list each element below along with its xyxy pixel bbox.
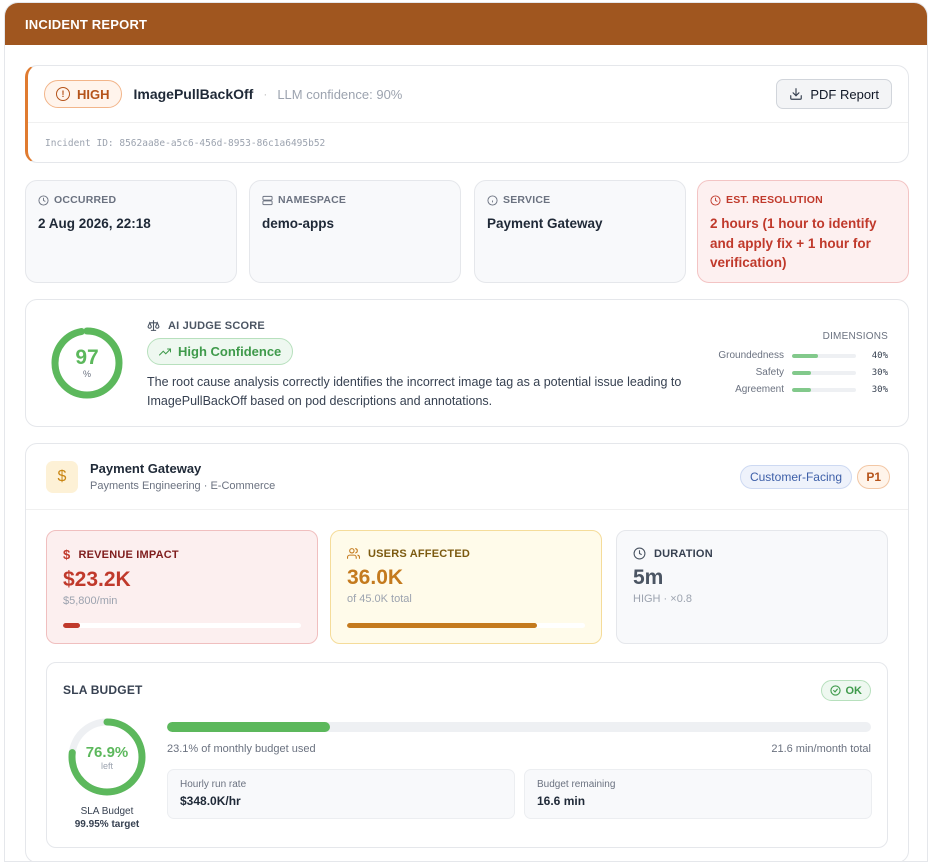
judge-description: The root cause analysis correctly identi… — [147, 375, 682, 408]
judge-score-unit: % — [82, 369, 91, 379]
clock-icon — [633, 547, 646, 560]
priority-badge: P1 — [857, 465, 890, 489]
info-icon — [487, 194, 498, 206]
incident-id: Incident ID: 8562aa8e-a5c6-456d-8953-86c… — [45, 138, 326, 149]
users-affected-value: 36.0K — [347, 566, 404, 589]
budget-remaining: Budget remaining 16.6 min — [524, 769, 872, 819]
judge-dimensions: DIMENSIONS Groundedness 40% Safety 30% A… — [688, 331, 888, 398]
sla-total-label: 21.6 min/month total — [771, 743, 871, 755]
dimension-bar — [792, 353, 818, 358]
sla-used-label: 23.1% of monthly budget used — [167, 743, 316, 755]
download-icon — [790, 88, 803, 100]
ai-judge-card: 97 % AI JUDGE SCORE High Confidence The … — [25, 299, 909, 427]
users-affected-card: USERS AFFECTED 36.0K of 45.0K total — [330, 530, 602, 644]
duration-card: DURATION 5m HIGH · ×0.8 — [616, 530, 888, 644]
revenue-impact-card: $ REVENUE IMPACT $23.2K $5,800/min — [46, 530, 318, 644]
incident-summary-card: ! HIGH ImagePullBackOff · LLM confidence… — [25, 65, 909, 163]
scale-icon — [147, 320, 160, 331]
stat-namespace: NAMESPACE demo-apps — [249, 180, 461, 283]
hourly-run-rate: Hourly run rate $348.0K/hr — [167, 769, 515, 819]
sla-remaining-pct: 76.9% — [85, 743, 129, 761]
dollar-icon: $ — [63, 547, 71, 562]
customer-facing-tag: Customer-Facing — [739, 465, 852, 489]
dimension-bar — [792, 387, 812, 392]
sla-budget-fill — [167, 722, 330, 732]
trending-up-icon — [159, 348, 171, 355]
revenue-progress-fill — [63, 623, 80, 628]
severity-badge: ! HIGH — [44, 80, 122, 108]
dimension-row: Groundedness 40% — [718, 350, 888, 361]
users-progress — [347, 623, 585, 628]
separator-dot: · — [263, 87, 268, 101]
stat-service: SERVICE Payment Gateway — [474, 180, 686, 283]
incident-report-panel: INCIDENT REPORT ! HIGH ImagePullBackOff … — [4, 2, 928, 862]
users-icon — [347, 548, 360, 559]
service-impact-card: $ Payment Gateway Payments Engineering ·… — [25, 443, 909, 861]
service-name: Payment Gateway — [90, 461, 202, 476]
confidence-badge: High Confidence — [147, 338, 294, 365]
dollar-icon: $ — [46, 461, 78, 493]
check-circle-icon — [829, 685, 841, 696]
revenue-impact-value: $23.2K — [63, 568, 131, 591]
pdf-report-button[interactable]: PDF Report — [776, 79, 892, 109]
dimension-bar — [792, 370, 812, 375]
sla-caption: SLA Budget 99.95% target — [74, 806, 140, 830]
revenue-progress — [63, 623, 301, 628]
alert-circle-icon: ! — [56, 87, 70, 101]
server-icon — [262, 195, 273, 205]
users-progress-fill — [347, 623, 538, 628]
duration-value: 5m — [633, 566, 664, 589]
clock-icon — [710, 194, 721, 206]
sla-budget-bar — [167, 722, 871, 732]
stat-est-resolution: EST. RESOLUTION 2 hours (1 hour to ident… — [697, 180, 909, 283]
report-header: INCIDENT REPORT — [5, 3, 927, 45]
sla-status-badge: OK — [820, 680, 871, 701]
dimension-row: Safety 30% — [755, 367, 888, 378]
service-subtitle: Payments Engineering · E-Commerce — [90, 480, 276, 492]
dimension-row: Agreement 30% — [735, 384, 888, 395]
incident-title: ImagePullBackOff — [133, 86, 254, 102]
judge-score: 97 — [75, 346, 99, 369]
clock-icon — [38, 194, 49, 206]
llm-confidence: LLM confidence: 90% — [277, 86, 403, 102]
sla-budget-card: SLA BUDGET OK 76.9% left SLA Budget 99.9… — [46, 662, 888, 848]
stat-occurred: OCCURRED 2 Aug 2026, 22:18 — [25, 180, 237, 283]
